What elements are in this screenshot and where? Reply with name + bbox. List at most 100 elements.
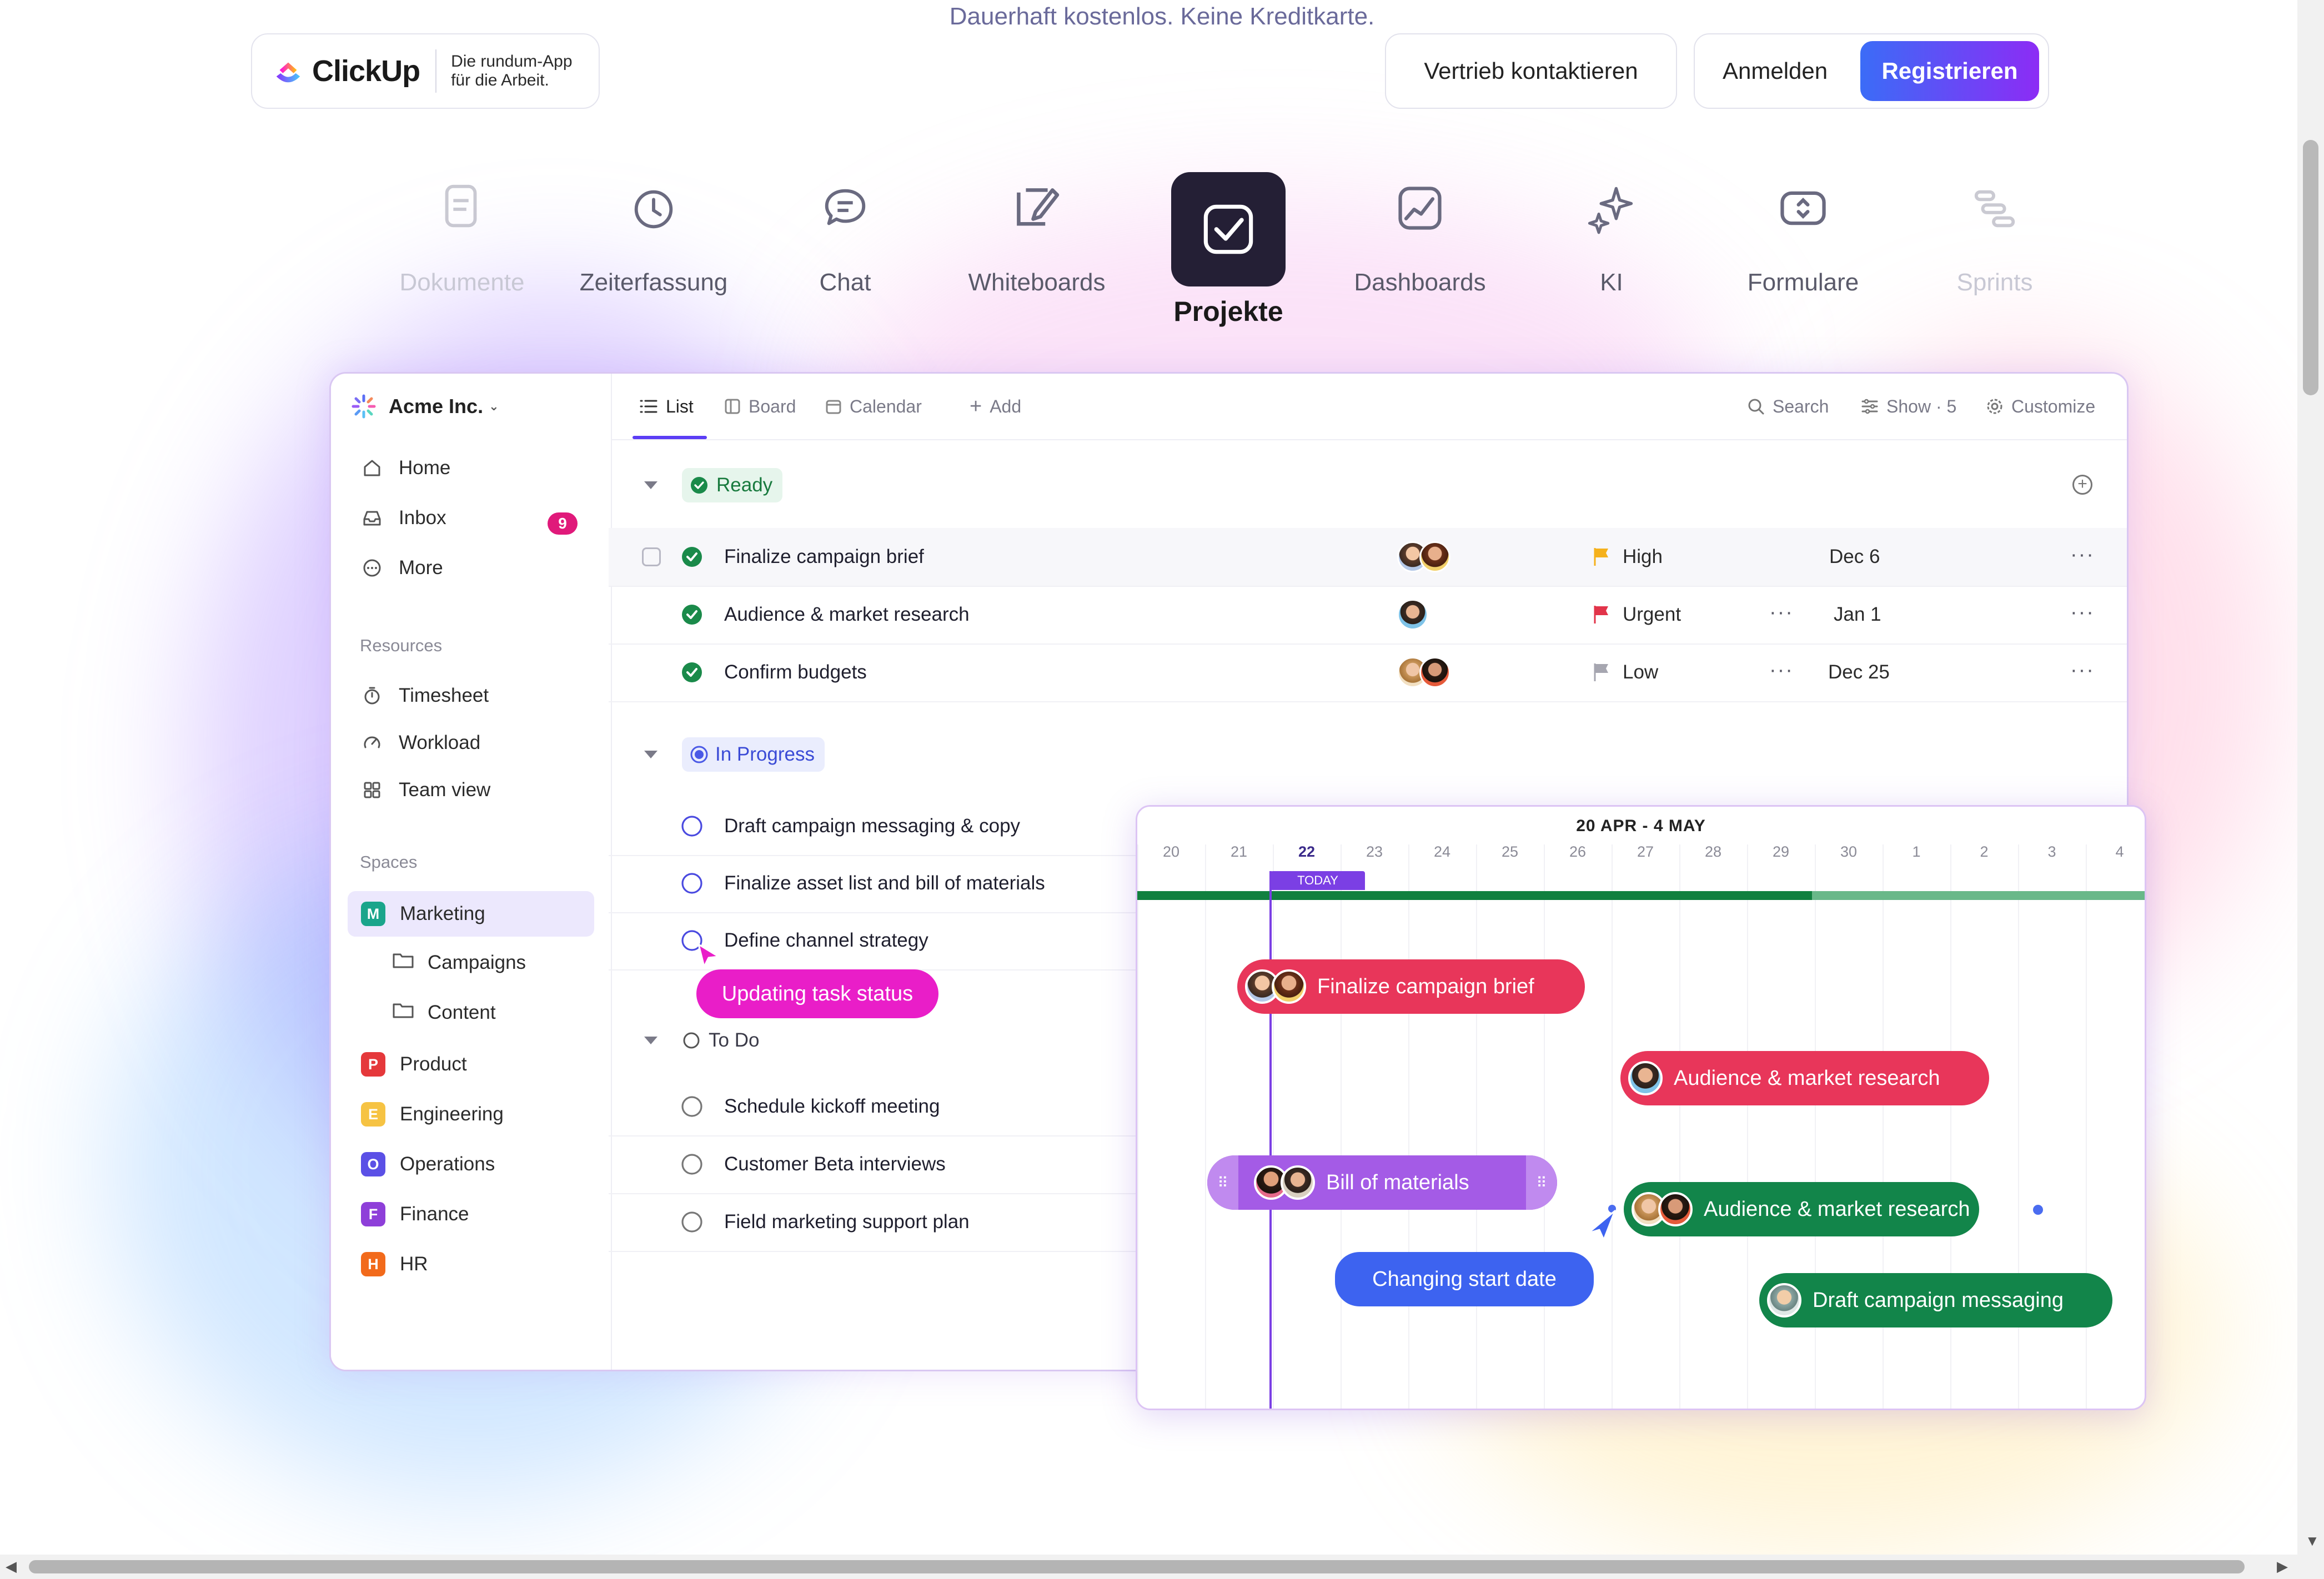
gantt-bar[interactable]: Draft campaign messaging [1759, 1273, 2112, 1327]
gantt-bar[interactable]: Finalize campaign brief [1237, 959, 1585, 1014]
gantt-bar[interactable]: Audience & market research [1624, 1182, 1979, 1236]
more-options-icon[interactable]: ··· [1769, 643, 1794, 697]
feature-tab-dokumente[interactable]: Dokumente [379, 167, 545, 296]
flag-icon[interactable] [1590, 546, 1613, 568]
task-row[interactable]: Confirm budgets Low ··· Dec 25 ··· [609, 643, 2127, 702]
flag-icon[interactable] [1590, 604, 1613, 626]
empty-circle-icon[interactable] [681, 1095, 703, 1118]
feature-tab-whiteboards[interactable]: Whiteboards [953, 167, 1120, 296]
space-avatar: M [361, 902, 385, 926]
dependency-dot-icon[interactable] [2033, 1205, 2043, 1215]
group-todo-header[interactable]: To Do [644, 1023, 769, 1058]
sidebar: Acme Inc. ⌄ Home Inbox 9 More Resources … [331, 374, 612, 1370]
caret-down-icon [644, 1037, 657, 1044]
customize-button[interactable]: Customize [1986, 374, 2095, 439]
feature-tab-sprints[interactable]: Sprints [1911, 167, 2078, 296]
vertical-scrollbar-thumb[interactable] [2303, 140, 2318, 395]
feature-tab-formulare[interactable]: Formulare [1720, 167, 1886, 296]
space-operations[interactable]: O Operations [348, 1141, 594, 1187]
tab-board[interactable]: Board [724, 374, 796, 439]
horizontal-scrollbar-thumb[interactable] [29, 1560, 2245, 1573]
more-options-icon[interactable]: ··· [2070, 528, 2095, 581]
feature-tab-zeiterfassung[interactable]: Zeiterfassung [570, 167, 737, 296]
search-button[interactable]: Search [1747, 374, 1829, 439]
due-date[interactable]: Jan 1 [1834, 586, 1881, 643]
space-label: HR [400, 1253, 428, 1275]
empty-circle-icon[interactable] [681, 872, 703, 894]
row-select-checkbox[interactable] [642, 547, 661, 566]
task-name[interactable]: Define channel strategy [724, 912, 928, 969]
empty-circle-icon[interactable] [681, 1211, 703, 1233]
more-options-icon[interactable]: ··· [2070, 643, 2095, 697]
feature-tab-dashboards[interactable]: Dashboards [1337, 167, 1503, 296]
space-label: Finance [400, 1203, 469, 1225]
workspace-switcher[interactable]: Acme Inc. ⌄ [351, 394, 499, 419]
gantt-day-label: 2 [1980, 843, 1989, 860]
add-task-icon[interactable]: + [2072, 475, 2092, 495]
scroll-left-arrow-icon[interactable]: ◀ [6, 1558, 17, 1575]
task-row[interactable]: Audience & market research Urgent ··· Ja… [609, 586, 2127, 645]
more-options-icon[interactable]: ··· [1769, 586, 1794, 639]
task-name[interactable]: Schedule kickoff meeting [724, 1078, 940, 1135]
avatar [1419, 657, 1450, 688]
gantt-bar[interactable]: Audience & market research [1620, 1051, 1989, 1105]
sidebar-item-home[interactable]: Home [361, 457, 450, 479]
folder-content[interactable]: Content [392, 1001, 496, 1024]
task-name[interactable]: Finalize asset list and bill of material… [724, 854, 1045, 912]
more-options-icon[interactable]: ··· [2070, 586, 2095, 639]
task-name[interactable]: Draft campaign messaging & copy [724, 797, 1020, 855]
status-label: Ready [716, 474, 773, 496]
sidebar-item-team-view[interactable]: Team view [361, 779, 490, 801]
login-button[interactable]: Anmelden [1723, 34, 1828, 108]
drag-handle-icon[interactable]: ⠿ [1526, 1155, 1557, 1210]
group-in-progress-header[interactable]: In Progress [644, 737, 825, 772]
space-marketing[interactable]: M Marketing [348, 891, 594, 937]
avatar [1658, 1192, 1693, 1226]
scroll-down-arrow-icon[interactable]: ▼ [2305, 1532, 2320, 1550]
empty-circle-icon[interactable] [681, 815, 703, 837]
flag-icon[interactable] [1590, 661, 1613, 683]
horizontal-scrollbar[interactable]: ◀ ▶ [0, 1555, 2324, 1579]
due-date[interactable]: Dec 6 [1829, 528, 1880, 586]
check-circle-icon[interactable] [681, 604, 703, 626]
sidebar-item-label: Timesheet [399, 685, 489, 706]
feature-label: Dokumente [399, 269, 525, 296]
tab-list[interactable]: List [639, 374, 694, 439]
space-hr[interactable]: H HR [348, 1241, 594, 1287]
folder-campaigns[interactable]: Campaigns [392, 951, 526, 974]
register-button[interactable]: Registrieren [1860, 41, 2039, 101]
feature-tab-projekte[interactable]: Projekte [1145, 167, 1312, 328]
sidebar-item-workload[interactable]: Workload [361, 732, 480, 754]
empty-circle-icon[interactable] [681, 1153, 703, 1175]
space-finance[interactable]: F Finance [348, 1191, 594, 1237]
task-name[interactable]: Finalize campaign brief [724, 528, 924, 586]
space-product[interactable]: P Product [348, 1042, 594, 1087]
feature-tab-ki[interactable]: KI [1528, 167, 1695, 296]
due-date[interactable]: Dec 25 [1828, 643, 1890, 701]
show-fields-button[interactable]: Show · 5 [1861, 374, 1956, 439]
feature-tab-chat[interactable]: Chat [762, 167, 928, 296]
task-name[interactable]: Field marketing support plan [724, 1193, 970, 1251]
gantt-gridline [1273, 844, 1274, 1409]
vertical-scrollbar[interactable]: ▼ [2297, 0, 2324, 1555]
task-name[interactable]: Customer Beta interviews [724, 1135, 946, 1193]
sidebar-item-inbox[interactable]: Inbox [361, 507, 446, 529]
contact-sales-button[interactable]: Vertrieb kontaktieren [1385, 33, 1677, 109]
task-name[interactable]: Audience & market research [724, 586, 970, 643]
sidebar-item-timesheet[interactable]: Timesheet [361, 685, 489, 707]
task-name[interactable]: Confirm budgets [724, 643, 867, 701]
scroll-right-arrow-icon[interactable]: ▶ [2277, 1558, 2288, 1575]
drag-handle-icon[interactable]: ⠿ [1207, 1155, 1238, 1210]
space-engineering[interactable]: E Engineering [348, 1092, 594, 1137]
group-ready-header[interactable]: Ready [644, 468, 783, 502]
list-icon [640, 400, 657, 413]
tab-calendar[interactable]: Calendar [825, 374, 922, 439]
gantt-day-label: 23 [1366, 843, 1383, 860]
sidebar-item-more[interactable]: More [361, 557, 443, 579]
gantt-bar[interactable]: ⠿ Bill of materials ⠿ [1207, 1155, 1557, 1210]
task-row[interactable]: Finalize campaign brief High Dec 6 ··· [609, 528, 2127, 587]
clickup-logo-link[interactable]: ClickUp Die rundum-App für die Arbeit. [251, 33, 600, 109]
check-circle-icon[interactable] [681, 546, 703, 568]
check-circle-icon[interactable] [681, 661, 703, 683]
add-view-button[interactable]: + Add [970, 374, 1021, 439]
